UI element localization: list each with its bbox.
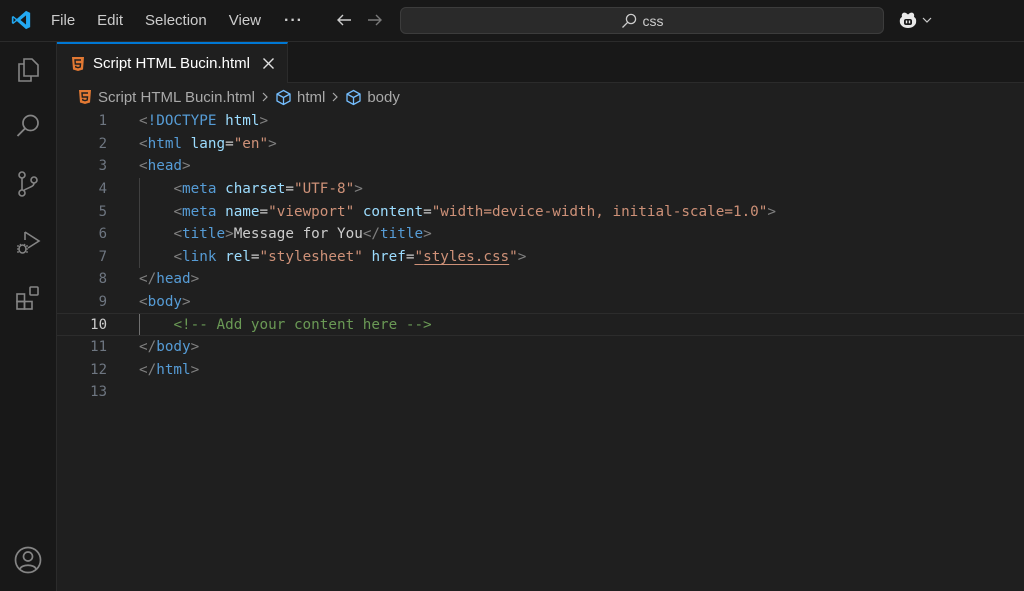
- code-text: <!DOCTYPE html>: [139, 113, 269, 130]
- menu-selection[interactable]: Selection: [134, 0, 218, 42]
- code-text: <meta name="viewport" content="width=dev…: [173, 203, 777, 220]
- code-line[interactable]: 12 </html>: [57, 359, 1024, 382]
- line-number: 2: [98, 135, 107, 152]
- code-line[interactable]: 2 <html lang="en">: [57, 133, 1024, 156]
- back-button[interactable]: [333, 9, 355, 31]
- tab-label: Script HTML Bucin.html: [93, 55, 250, 72]
- activity-explorer[interactable]: [12, 54, 44, 86]
- menu-bar: File Edit Selection View ···: [40, 0, 315, 42]
- editor-tab-strip: Script HTML Bucin.html: [57, 42, 1024, 83]
- code-text: </head>: [139, 271, 200, 288]
- code-text: <html lang="en">: [139, 135, 277, 152]
- line-number: 5: [98, 203, 107, 220]
- code-text: </body>: [139, 339, 200, 356]
- line-number: 4: [98, 181, 107, 198]
- activity-extensions[interactable]: [12, 282, 44, 314]
- code-text: <title>Message for You</title>: [173, 226, 432, 243]
- account-icon: [14, 546, 42, 574]
- code-line[interactable]: 8 </head>: [57, 268, 1024, 291]
- symbol-structure-icon: [346, 89, 361, 105]
- run-debug-icon: [17, 231, 41, 254]
- tab-script-html-bucin[interactable]: Script HTML Bucin.html: [57, 42, 288, 83]
- breadcrumb: Script HTML Bucin.html html body: [57, 84, 400, 110]
- line-number: 13: [90, 384, 107, 401]
- breadcrumb-file[interactable]: Script HTML Bucin.html: [78, 89, 255, 106]
- code-text: <meta charset="UTF-8">: [173, 181, 363, 198]
- code-line[interactable]: 9 <body>: [57, 291, 1024, 314]
- activity-search[interactable]: [12, 110, 44, 142]
- html5-icon: [72, 56, 84, 71]
- code-line[interactable]: 1 <!DOCTYPE html>: [57, 110, 1024, 133]
- close-icon: [263, 58, 275, 69]
- line-number: 9: [98, 294, 107, 311]
- extensions-icon: [16, 286, 39, 310]
- line-number: 3: [98, 158, 107, 175]
- line-number: 11: [90, 339, 107, 356]
- code-text: </html>: [139, 361, 200, 378]
- line-number: 6: [98, 226, 107, 243]
- symbol-structure-icon: [276, 89, 291, 105]
- search-icon: [621, 13, 636, 28]
- breadcrumb-html[interactable]: html: [275, 89, 325, 106]
- breadcrumb-body[interactable]: body: [345, 89, 400, 106]
- copilot-menu-button[interactable]: [898, 9, 933, 31]
- menu-file[interactable]: File: [40, 0, 86, 42]
- code-text: <link rel="stylesheet" href="styles.css"…: [173, 248, 527, 265]
- activity-bar: [0, 42, 57, 591]
- code-line[interactable]: 4 <meta charset="UTF-8">: [57, 178, 1024, 201]
- code-text: <body>: [139, 294, 191, 311]
- explorer-icon: [18, 58, 39, 82]
- stylesheet-link[interactable]: "styles.css: [414, 249, 509, 265]
- source-control-icon: [18, 171, 38, 197]
- arrow-left-icon: [337, 14, 351, 26]
- line-number: 12: [90, 361, 107, 378]
- menu-view[interactable]: View: [218, 0, 272, 42]
- chevron-right-icon: [330, 91, 340, 103]
- command-center-search[interactable]: css: [400, 7, 884, 34]
- chevron-right-icon: [260, 91, 270, 103]
- code-line[interactable]: 5 <meta name="viewport" content="width=d…: [57, 200, 1024, 223]
- activity-run-debug[interactable]: [12, 226, 44, 258]
- code-text: <!-- Add your content here -->: [173, 316, 432, 333]
- code-line-current[interactable]: 10 <!-- Add your content here -->: [57, 313, 1024, 336]
- line-number: 1: [98, 113, 107, 130]
- code-line[interactable]: 13: [57, 381, 1024, 404]
- title-bar: File Edit Selection View ··· css: [0, 0, 1024, 42]
- search-icon: [16, 114, 39, 137]
- activity-source-control[interactable]: [12, 168, 44, 200]
- forward-button[interactable]: [364, 9, 386, 31]
- menu-edit[interactable]: Edit: [86, 0, 134, 42]
- code-line[interactable]: 11 </body>: [57, 336, 1024, 359]
- more-menu-button[interactable]: ···: [272, 2, 315, 40]
- code-line[interactable]: 3 <head>: [57, 155, 1024, 178]
- copilot-icon: [899, 12, 917, 28]
- code-editor[interactable]: 1 <!DOCTYPE html> 2 <html lang="en"> 3 <…: [57, 110, 1024, 591]
- activity-accounts[interactable]: [12, 544, 44, 576]
- arrow-right-icon: [368, 14, 382, 26]
- search-query: css: [642, 12, 664, 29]
- code-text: <head>: [139, 158, 191, 175]
- vscode-logo-icon[interactable]: [10, 9, 32, 31]
- code-line[interactable]: 6 <title>Message for You</title>: [57, 223, 1024, 246]
- code-line[interactable]: 7 <link rel="stylesheet" href="styles.cs…: [57, 246, 1024, 269]
- tab-close-button[interactable]: [261, 56, 277, 72]
- chevron-down-icon: [922, 17, 932, 23]
- line-number: 8: [98, 271, 107, 288]
- line-number-active: 10: [90, 316, 107, 333]
- line-number: 7: [98, 248, 107, 265]
- html5-icon: [79, 90, 91, 104]
